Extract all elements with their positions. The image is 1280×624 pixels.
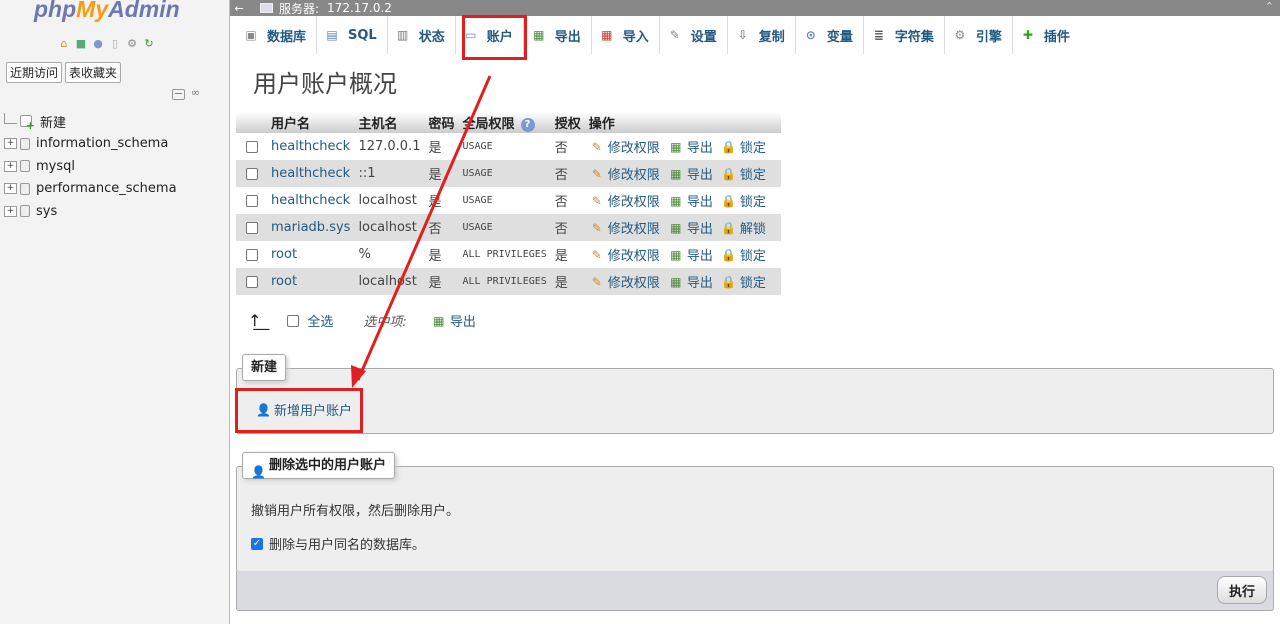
annotation-arrow-line: [356, 75, 492, 381]
annotation-arrow-overlay: [351, 75, 492, 388]
